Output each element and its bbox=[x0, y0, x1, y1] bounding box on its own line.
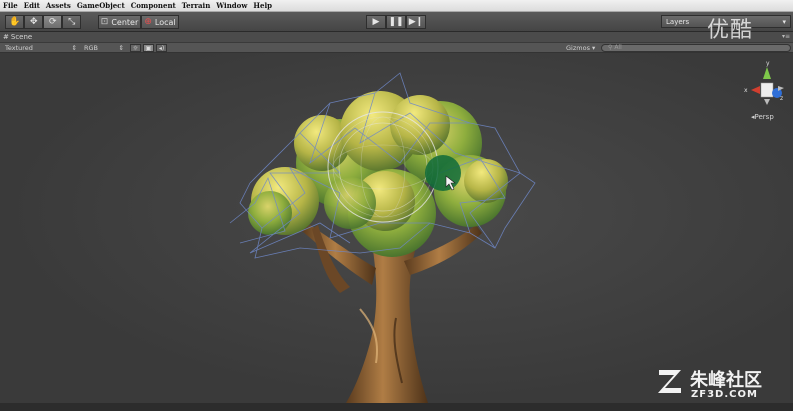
rotate-tool-button[interactable]: ⟳ bbox=[43, 15, 63, 29]
pause-button[interactable]: ❚❚ bbox=[386, 15, 406, 29]
play-icon: ▶ bbox=[372, 16, 380, 27]
pivot-center-label: Center bbox=[111, 17, 139, 27]
scale-icon: ⤡ bbox=[68, 16, 76, 27]
pivot-icon: ⊡ bbox=[100, 16, 109, 27]
search-placeholder: All bbox=[614, 44, 622, 51]
zf3d-logo-icon bbox=[658, 370, 681, 393]
space-local-label: Local bbox=[154, 17, 176, 27]
sun-icon: ☼ bbox=[132, 44, 139, 52]
hand-icon: ✋ bbox=[9, 16, 21, 27]
move-icon: ✥ bbox=[29, 16, 38, 27]
rotate-icon: ⟳ bbox=[48, 16, 57, 27]
menu-window[interactable]: Window bbox=[216, 1, 247, 10]
y-axis-cone[interactable] bbox=[763, 67, 771, 79]
gizmos-dropdown[interactable]: Gizmos ▾ bbox=[566, 44, 595, 52]
x-axis-cone[interactable] bbox=[751, 86, 760, 94]
menu-assets[interactable]: Assets bbox=[46, 1, 71, 10]
tab-menu-icon[interactable]: ▾≡ bbox=[782, 33, 790, 40]
hand-tool-button[interactable]: ✋ bbox=[5, 15, 25, 29]
orientation-gizmo[interactable]: y x z bbox=[744, 60, 784, 105]
image-icon: ▣ bbox=[145, 44, 152, 52]
hover-highlight bbox=[425, 155, 461, 191]
layers-label: Layers bbox=[666, 17, 690, 26]
menu-gameobject[interactable]: GameObject bbox=[77, 1, 125, 10]
menu-edit[interactable]: Edit bbox=[24, 1, 40, 10]
zf3d-logo-url: ZF3D.COM bbox=[691, 389, 758, 400]
play-button[interactable]: ▶ bbox=[366, 15, 386, 29]
space-local-button[interactable]: ⊕ Local bbox=[141, 15, 179, 29]
local-icon: ⊕ bbox=[144, 16, 152, 27]
scene-icon: # bbox=[3, 33, 9, 41]
pivot-tools: ⊡ Center ⊕ Local bbox=[98, 15, 179, 29]
lighting-toggle[interactable]: ☼ bbox=[130, 44, 141, 52]
menu-help[interactable]: Help bbox=[253, 1, 272, 10]
render-mode-dropdown[interactable]: Textured ⇕ bbox=[5, 44, 77, 52]
step-icon: ▶❙ bbox=[408, 16, 424, 27]
speaker-icon: ◂) bbox=[158, 44, 165, 52]
step-button[interactable]: ▶❙ bbox=[406, 15, 426, 29]
chevron-updown-icon: ⇕ bbox=[71, 44, 77, 52]
scene-tab-bar: # Scene ▾≡ bbox=[0, 32, 793, 43]
scene-viewport[interactable]: y x z bbox=[0, 53, 793, 403]
menu-terrain[interactable]: Terrain bbox=[182, 1, 211, 10]
z-axis-label: z bbox=[780, 95, 783, 102]
color-mode-value: RGB bbox=[84, 44, 99, 52]
gizmos-label: Gizmos bbox=[566, 44, 590, 52]
audio-toggle[interactable]: ◂) bbox=[156, 44, 167, 52]
tab-scene-label: Scene bbox=[10, 33, 33, 41]
tab-scene[interactable]: # Scene bbox=[3, 33, 32, 41]
menu-component[interactable]: Component bbox=[131, 1, 176, 10]
move-tool-button[interactable]: ✥ bbox=[24, 15, 44, 29]
x-axis-label: x bbox=[744, 87, 748, 94]
transform-tools: ✋ ✥ ⟳ ⤡ bbox=[5, 15, 82, 29]
y-axis-label: y bbox=[766, 60, 770, 67]
persp-text: Persp bbox=[754, 113, 774, 121]
play-controls: ▶ ❚❚ ▶❙ bbox=[366, 15, 426, 29]
bottom-status-bar bbox=[0, 403, 793, 411]
scale-tool-button[interactable]: ⤡ bbox=[62, 15, 82, 29]
chevron-down-icon: ▾ bbox=[782, 17, 786, 26]
toolbar: ✋ ✥ ⟳ ⤡ ⊡ Center ⊕ Local ▶ ❚❚ ▶❙ Layers … bbox=[0, 12, 793, 32]
menu-file[interactable]: File bbox=[3, 1, 18, 10]
menu-bar: File Edit Assets GameObject Component Te… bbox=[0, 0, 793, 12]
color-mode-dropdown[interactable]: RGB ⇕ bbox=[84, 44, 124, 52]
pause-icon: ❚❚ bbox=[388, 16, 404, 27]
chevron-down-icon: ▾ bbox=[591, 44, 596, 52]
scene-toggles: ☼ ▣ ◂) bbox=[130, 44, 167, 52]
render-mode-value: Textured bbox=[5, 44, 33, 52]
pivot-center-button[interactable]: ⊡ Center bbox=[98, 15, 141, 29]
tree-model: y x z bbox=[229, 60, 784, 403]
search-icon: ⚲ bbox=[608, 44, 613, 51]
youku-watermark: 优酷 bbox=[707, 18, 754, 43]
chevron-updown-icon: ⇕ bbox=[118, 44, 124, 52]
scene-view-controls: Textured ⇕ RGB ⇕ ☼ ▣ ◂) Gizmos ▾ ⚲ All bbox=[0, 43, 793, 53]
persp-label[interactable]: ◂Persp bbox=[751, 113, 774, 121]
hierarchy-search-input[interactable]: ⚲ All bbox=[601, 44, 791, 52]
scene-fx-toggle[interactable]: ▣ bbox=[143, 44, 154, 52]
